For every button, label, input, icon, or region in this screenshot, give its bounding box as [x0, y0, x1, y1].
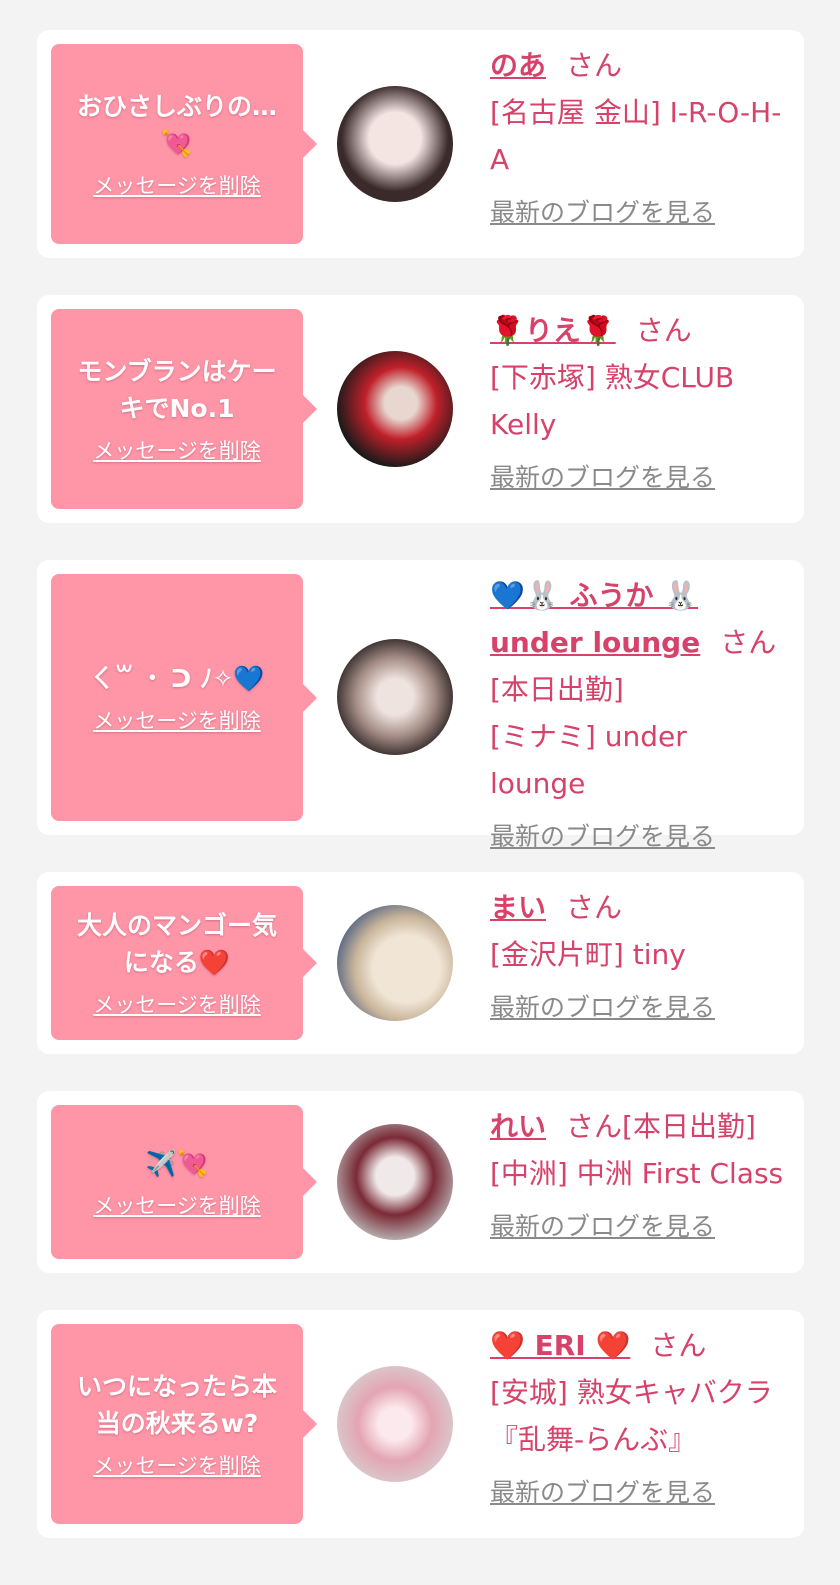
delete-message-link[interactable]: メッセージを削除: [93, 705, 261, 735]
shop-line: A: [490, 143, 510, 176]
latest-blog-link[interactable]: 最新のブログを見る: [490, 193, 715, 229]
message-card: ✈️💘 メッセージを削除 れい さん[本日出勤] [中洲] 中洲 First Cl…: [37, 1091, 804, 1273]
profile-name-link[interactable]: 💙🐰 ふうか 🐰: [490, 579, 698, 612]
avatar[interactable]: [337, 86, 453, 202]
profile-info: れい さん[本日出勤] [中洲] 中洲 First Class 最新のブログを見る: [490, 1103, 790, 1243]
shop-line: [本日出勤]: [490, 673, 624, 706]
profile-info: まい さん [金沢片町] tiny 最新のブログを見る: [490, 884, 790, 1024]
message-bubble: ✈️💘 メッセージを削除: [51, 1105, 317, 1259]
latest-blog-link[interactable]: 最新のブログを見る: [490, 458, 715, 494]
message-bubble: おひさしぶりの… 💘 メッセージを削除: [51, 44, 317, 244]
profile-info: ❤️ ERI ❤️ さん [安城] 熟女キャバクラ 『乱舞-らんぶ』 最新のブログ…: [490, 1322, 790, 1509]
profile-info: のあ さん [名古屋 金山] I-R-O-H- A 最新のブログを見る: [490, 42, 790, 229]
message-bubble: ㄑ꒳ ・ ᑐ ﾉ✧💙 メッセージを削除: [51, 574, 317, 821]
delete-message-link[interactable]: メッセージを削除: [93, 989, 261, 1019]
message-text: いつになったら本 当の秋来るw?: [76, 1372, 277, 1438]
latest-blog-link[interactable]: 最新のブログを見る: [490, 1473, 715, 1509]
shop-line: [下赤塚] 熟女CLUB: [490, 361, 735, 394]
profile-name-link[interactable]: れい: [490, 1110, 546, 1143]
avatar[interactable]: [337, 639, 453, 755]
shop-line: [中洲] 中洲 First Class: [490, 1157, 784, 1190]
avatar[interactable]: [337, 1366, 453, 1482]
profile-name-link[interactable]: 🌹りえ🌹: [490, 314, 616, 347]
profile-name-link[interactable]: まい: [490, 891, 546, 924]
message-text: モンブランはケー キでNo.1: [77, 357, 277, 423]
message-bubble: いつになったら本 当の秋来るw? メッセージを削除: [51, 1324, 317, 1524]
message-bubble: 大人のマンゴー気 になる❤️ メッセージを削除: [51, 886, 317, 1040]
delete-message-link[interactable]: メッセージを削除: [93, 1190, 261, 1220]
avatar[interactable]: [337, 1124, 453, 1240]
delete-message-link[interactable]: メッセージを削除: [93, 435, 261, 465]
shop-line: [安城] 熟女キャバクラ: [490, 1376, 773, 1409]
message-card: ㄑ꒳ ・ ᑐ ﾉ✧💙 メッセージを削除 💙🐰 ふうか 🐰 under loung…: [37, 560, 804, 851]
message-card: いつになったら本 当の秋来るw? メッセージを削除 ❤️ ERI ❤️ さん [安…: [37, 1310, 804, 1538]
latest-blog-link[interactable]: 最新のブログを見る: [490, 817, 715, 853]
profile-info: 🌹りえ🌹 さん [下赤塚] 熟女CLUB Kelly 最新のブログを見る: [490, 307, 790, 494]
message-card: 大人のマンゴー気 になる❤️ メッセージを削除 まい さん [金沢片町] tiny…: [37, 872, 804, 1054]
message-text: おひさしぶりの… 💘: [76, 92, 277, 158]
honorific: さん: [650, 1329, 707, 1362]
delete-message-link[interactable]: メッセージを削除: [93, 1450, 261, 1480]
honorific: さん: [720, 626, 777, 659]
honorific: さん[本日出勤]: [566, 1110, 756, 1143]
latest-blog-link[interactable]: 最新のブログを見る: [490, 988, 715, 1024]
shop-line: 『乱舞-らんぶ』: [490, 1423, 697, 1456]
profile-name-link[interactable]: ❤️ ERI ❤️: [490, 1329, 630, 1362]
shop-line: [金沢片町] tiny: [490, 938, 686, 971]
message-text: 大人のマンゴー気 になる❤️: [76, 911, 277, 977]
profile-name-link[interactable]: under lounge: [490, 626, 700, 659]
honorific: さん: [566, 49, 623, 82]
message-bubble: モンブランはケー キでNo.1 メッセージを削除: [51, 309, 317, 509]
shop-line: Kelly: [490, 408, 557, 441]
message-card: おひさしぶりの… 💘 メッセージを削除 のあ さん [名古屋 金山] I-R-O-…: [37, 30, 804, 258]
avatar[interactable]: [337, 905, 453, 1021]
message-text: ✈️💘: [145, 1148, 209, 1178]
message-text: ㄑ꒳ ・ ᑐ ﾉ✧💙: [89, 664, 265, 693]
avatar[interactable]: [337, 351, 453, 467]
shop-line: [ミナミ] under lounge: [490, 720, 687, 800]
latest-blog-link[interactable]: 最新のブログを見る: [490, 1207, 715, 1243]
shop-line: [名古屋 金山] I-R-O-H-: [490, 96, 782, 129]
profile-name-link[interactable]: のあ: [490, 49, 546, 82]
profile-info: 💙🐰 ふうか 🐰 under lounge さん [本日出勤] [ミナミ] und…: [490, 572, 790, 853]
honorific: さん: [566, 891, 623, 924]
message-card: モンブランはケー キでNo.1 メッセージを削除 🌹りえ🌹 さん [下赤塚] 熟女…: [37, 295, 804, 523]
delete-message-link[interactable]: メッセージを削除: [93, 170, 261, 200]
honorific: さん: [635, 314, 692, 347]
